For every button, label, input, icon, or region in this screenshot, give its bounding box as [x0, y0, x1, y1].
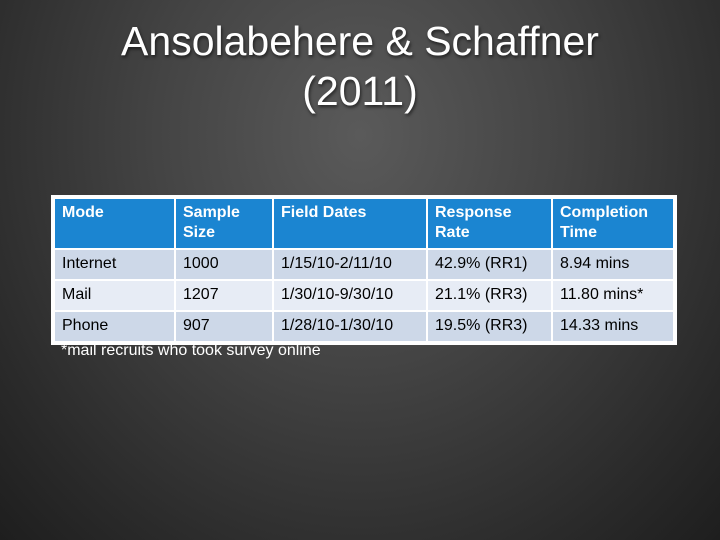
header-field-dates: Field Dates — [272, 197, 428, 250]
cell-field-dates: 1/30/10-9/30/10 — [272, 279, 428, 312]
footnote: *mail recruits who took survey online — [61, 342, 321, 359]
cell-completion-time: 8.94 mins — [551, 248, 675, 281]
table-row: Mail 1207 1/30/10-9/30/10 21.1% (RR3) 11… — [53, 279, 675, 312]
cell-field-dates: 1/28/10-1/30/10 — [272, 310, 428, 343]
cell-sample-size: 1207 — [174, 279, 274, 312]
header-completion-time: Completion Time — [551, 197, 675, 250]
cell-field-dates: 1/15/10-2/11/10 — [272, 248, 428, 281]
table-row: Internet 1000 1/15/10-2/11/10 42.9% (RR1… — [53, 248, 675, 281]
cell-sample-size: 1000 — [174, 248, 274, 281]
cell-mode: Phone — [53, 310, 176, 343]
cell-response-rate: 21.1% (RR3) — [426, 279, 553, 312]
table-row: Phone 907 1/28/10-1/30/10 19.5% (RR3) 14… — [53, 310, 675, 343]
table-header-row: Mode Sample Size Field Dates Response Ra… — [53, 197, 675, 250]
title-line-1: Ansolabehere & Schaffner — [121, 18, 599, 64]
cell-sample-size: 907 — [174, 310, 274, 343]
header-response-rate: Response Rate — [426, 197, 553, 250]
title-line-2: (2011) — [302, 68, 418, 114]
header-mode: Mode — [53, 197, 176, 250]
survey-mode-table: Mode Sample Size Field Dates Response Ra… — [53, 197, 675, 343]
cell-completion-time: 11.80 mins* — [551, 279, 675, 312]
header-sample-size: Sample Size — [174, 197, 274, 250]
cell-response-rate: 19.5% (RR3) — [426, 310, 553, 343]
cell-response-rate: 42.9% (RR1) — [426, 248, 553, 281]
slide-title: Ansolabehere & Schaffner (2011) — [0, 16, 720, 116]
cell-mode: Internet — [53, 248, 176, 281]
cell-mode: Mail — [53, 279, 176, 312]
cell-completion-time: 14.33 mins — [551, 310, 675, 343]
